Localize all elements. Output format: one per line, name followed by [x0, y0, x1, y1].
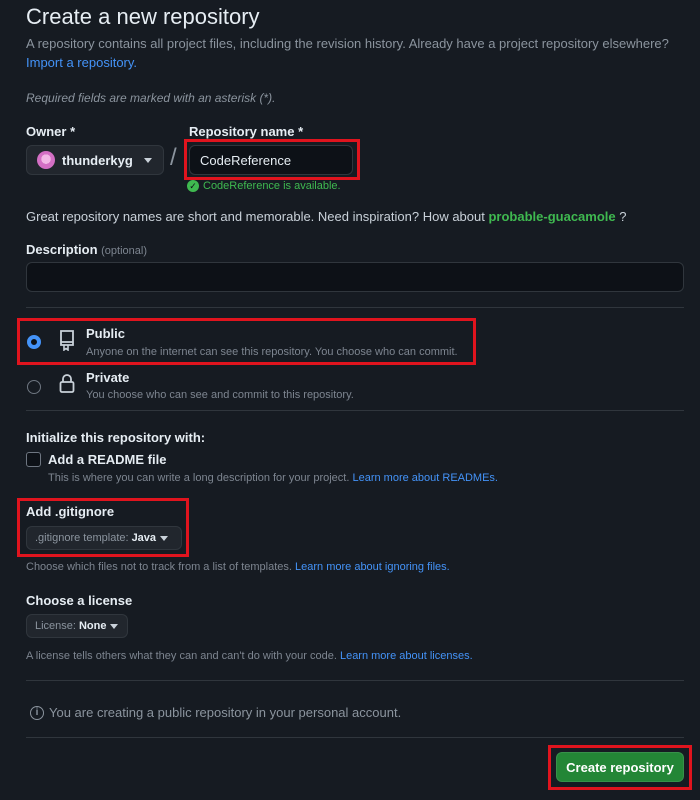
private-description: You choose who can see and commit to thi…: [86, 389, 354, 401]
description-label: Description (optional): [26, 242, 147, 257]
page-title: Create a new repository: [26, 4, 260, 29]
info-text: You are creating a public repository in …: [49, 705, 402, 720]
gitignore-learn-more-link[interactable]: Learn more about ignoring files.: [295, 561, 450, 573]
name-inspiration: Great repository names are short and mem…: [26, 209, 626, 224]
gitignore-help: Choose which files not to track from a l…: [26, 561, 450, 573]
import-repository-link[interactable]: Import a repository.: [26, 55, 137, 70]
inspiration-suffix: ?: [619, 209, 627, 224]
license-learn-more-link[interactable]: Learn more about licenses.: [340, 650, 473, 662]
license-help: A license tells others what they can and…: [26, 650, 473, 662]
name-suggestion-link[interactable]: probable-guacamole: [488, 209, 615, 224]
divider: [26, 307, 684, 308]
gitignore-help-text: Choose which files not to track from a l…: [26, 561, 292, 573]
license-help-text: A license tells others what they can and…: [26, 650, 337, 662]
inspiration-text: Great repository names are short and mem…: [26, 209, 485, 224]
page-subtitle: A repository contains all project files,…: [26, 36, 669, 51]
availability-text: CodeReference is available.: [203, 180, 341, 192]
owner-label: Owner *: [26, 124, 76, 139]
description-optional-text: (optional): [101, 245, 147, 257]
highlight-repository-name: [184, 139, 360, 180]
repo-name-label: Repository name *: [189, 124, 304, 139]
info-icon: i: [30, 705, 44, 720]
required-fields-note: Required fields are marked with an aster…: [26, 91, 276, 105]
license-dropdown[interactable]: License: None: [26, 614, 128, 638]
owner-repo-separator: /: [170, 144, 177, 171]
readme-checkbox[interactable]: [26, 452, 41, 467]
caret-down-icon: [110, 623, 119, 629]
readme-label: Add a README file: [48, 452, 167, 467]
description-label-text: Description: [26, 242, 98, 257]
owner-value: thunderkyg: [62, 152, 133, 168]
avatar: [37, 151, 55, 169]
lock-icon: [59, 374, 75, 393]
license-value: None: [78, 620, 107, 632]
private-title: Private: [86, 370, 130, 385]
license-heading: Choose a license: [26, 593, 133, 608]
owner-dropdown[interactable]: thunderkyg: [26, 145, 164, 175]
divider: [26, 737, 684, 738]
private-radio[interactable]: [27, 380, 41, 394]
initialize-heading: Initialize this repository with:: [26, 430, 206, 445]
availability-message: ✓ CodeReference is available.: [187, 180, 341, 192]
description-input[interactable]: [26, 262, 684, 292]
create-repository-page: Create a new repository A repository con…: [0, 0, 700, 800]
caret-down-icon: [143, 157, 152, 163]
readme-learn-more-link[interactable]: Learn more about READMEs.: [352, 472, 498, 484]
license-prefix: License:: [35, 620, 76, 632]
divider: [26, 680, 684, 681]
check-circle-icon: ✓: [187, 180, 199, 192]
readme-help-text: This is where you can write a long descr…: [48, 472, 350, 484]
highlight-gitignore: [17, 498, 189, 557]
readme-help: This is where you can write a long descr…: [48, 472, 498, 484]
highlight-create-button: [548, 745, 692, 790]
highlight-public-option: [17, 318, 476, 365]
public-repo-info: i You are creating a public repository i…: [30, 705, 401, 720]
divider: [26, 410, 684, 411]
